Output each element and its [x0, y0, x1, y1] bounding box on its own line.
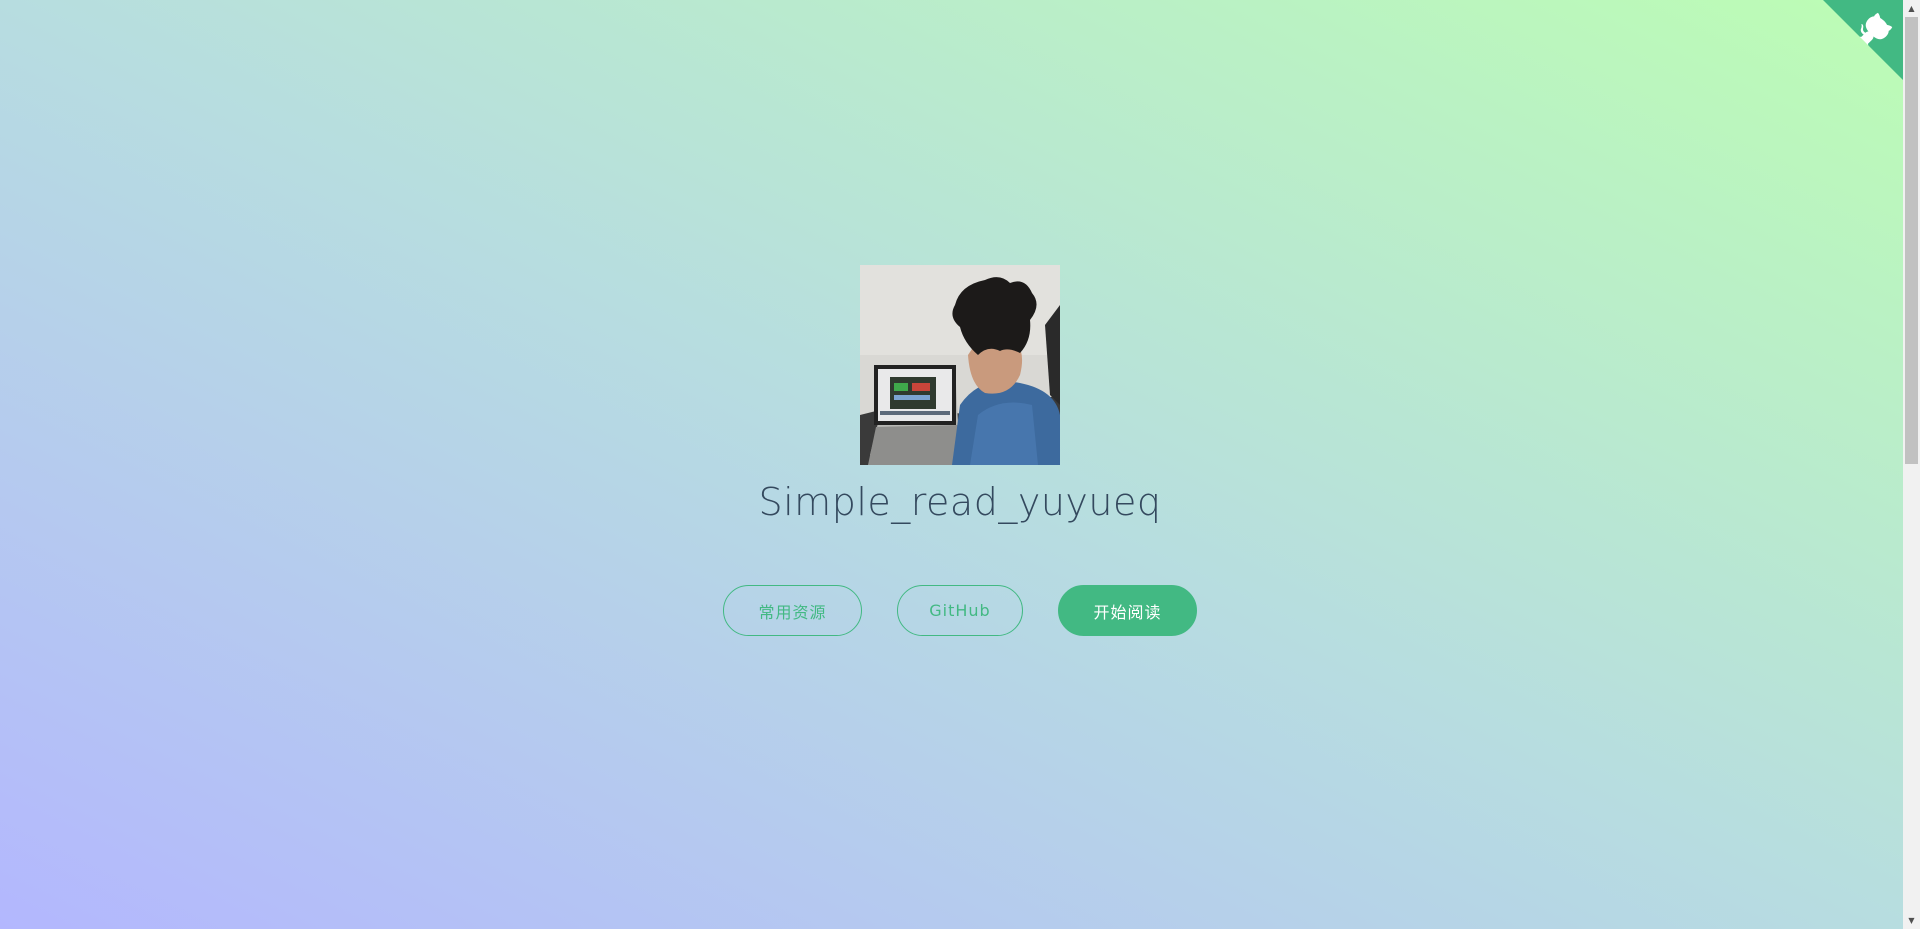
- scroll-thumb[interactable]: [1905, 17, 1918, 464]
- site-title: Simple_read_yuyueq: [758, 480, 1162, 524]
- start-reading-button[interactable]: 开始阅读: [1058, 585, 1197, 636]
- vertical-scrollbar[interactable]: ▲ ▼: [1903, 0, 1920, 929]
- github-button[interactable]: GitHub: [897, 585, 1023, 636]
- github-octocat-icon: [1823, 0, 1903, 80]
- scroll-down-arrow-icon[interactable]: ▼: [1903, 912, 1920, 929]
- avatar-image: [860, 265, 1060, 465]
- resources-button[interactable]: 常用资源: [723, 585, 862, 636]
- cover-content: Simple_read_yuyueq 常用资源 GitHub 开始阅读: [0, 0, 1903, 929]
- scroll-up-arrow-icon[interactable]: ▲: [1903, 0, 1920, 17]
- github-corner-link[interactable]: [1823, 0, 1903, 80]
